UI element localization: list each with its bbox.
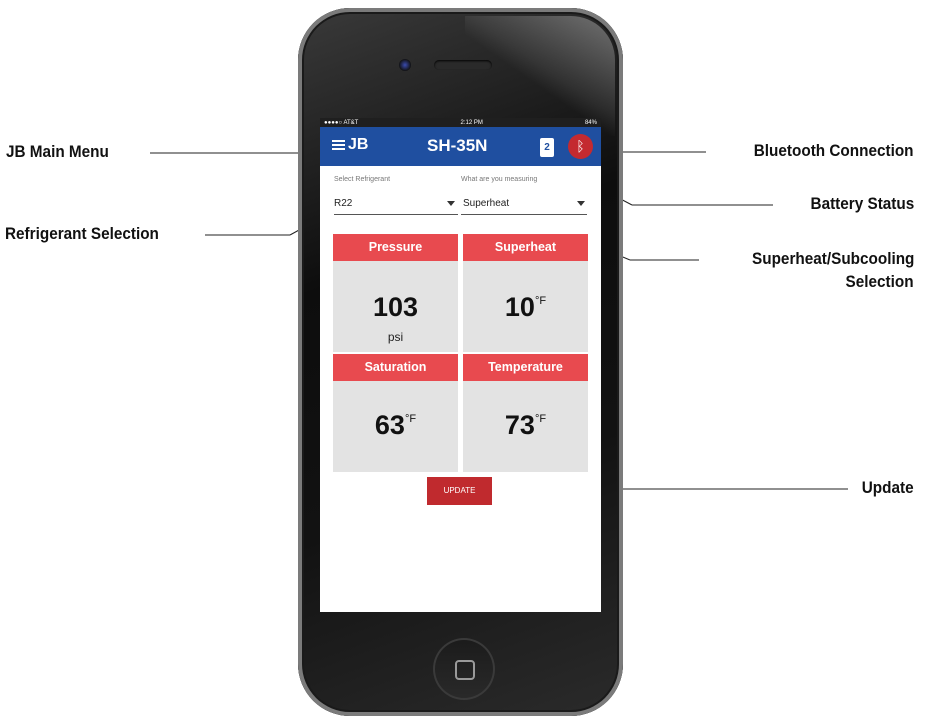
app-bar: JB SH-35N 2 ᛒ (320, 127, 601, 166)
refrigerant-underline (334, 214, 458, 215)
device-model-title: SH-35N (427, 136, 488, 155)
pressure-card: Pressure 103 psi (333, 234, 458, 352)
carrier-signal: ●●●●○ AT&T (324, 119, 359, 126)
temperature-title: Temperature (463, 354, 588, 381)
status-time: 2:12 PM (460, 119, 483, 126)
update-button[interactable]: UPDATE (427, 477, 492, 505)
caret-down-icon (577, 201, 585, 206)
measuring-underline (461, 214, 587, 215)
temperature-unit: °F (534, 413, 547, 425)
callout-superheat-subcooling-selection: Selection (845, 272, 914, 291)
pressure-value: 103 (372, 292, 419, 322)
saturation-card: Saturation 63°F (333, 354, 458, 472)
callout-update: Update (862, 478, 914, 497)
hamburger-icon (332, 140, 345, 150)
saturation-unit: °F (404, 413, 417, 425)
superheat-title: Superheat (463, 234, 588, 261)
saturation-value: 63 (374, 410, 405, 440)
callout-main-menu: JB Main Menu (6, 142, 109, 161)
refrigerant-value: R22 (334, 198, 353, 209)
home-button[interactable] (433, 638, 495, 700)
superheat-reading: 10°F (463, 292, 588, 323)
measuring-label: What are you measuring (461, 176, 538, 183)
brand-logo: JB (348, 136, 369, 153)
status-battery: 84% (584, 119, 597, 126)
temperature-value: 73 (504, 410, 535, 440)
callout-bluetooth-connection: Bluetooth Connection (754, 141, 914, 160)
caret-down-icon (447, 201, 455, 206)
main-menu-button[interactable]: JB (332, 136, 368, 154)
bluetooth-icon[interactable]: ᛒ (568, 134, 593, 159)
callout-battery-status: Battery Status (810, 194, 914, 213)
saturation-title: Saturation (333, 354, 458, 381)
front-camera (399, 59, 411, 71)
saturation-reading: 63°F (333, 410, 458, 441)
pressure-unit: psi (387, 330, 404, 344)
home-icon (455, 660, 475, 680)
superheat-value: 10 (504, 292, 535, 322)
callout-refrigerant-selection: Refrigerant Selection (5, 224, 159, 243)
callout-superheat-subcooling: Superheat/Subcooling (751, 249, 914, 268)
earpiece-speaker (434, 60, 492, 70)
superheat-card: Superheat 10°F (463, 234, 588, 352)
pressure-title: Pressure (333, 234, 458, 261)
temperature-card: Temperature 73°F (463, 354, 588, 472)
phone-screen: ●●●●○ AT&T 2:12 PM 84% JB SH-35N 2 ᛒ Sel… (320, 118, 601, 612)
battery-icon: 2 (540, 138, 554, 157)
temperature-reading: 73°F (463, 410, 588, 441)
measuring-value: Superheat (463, 198, 510, 209)
refrigerant-label: Select Refrigerant (334, 176, 391, 183)
status-bar: ●●●●○ AT&T 2:12 PM 84% (320, 118, 601, 127)
superheat-unit: °F (534, 295, 547, 307)
